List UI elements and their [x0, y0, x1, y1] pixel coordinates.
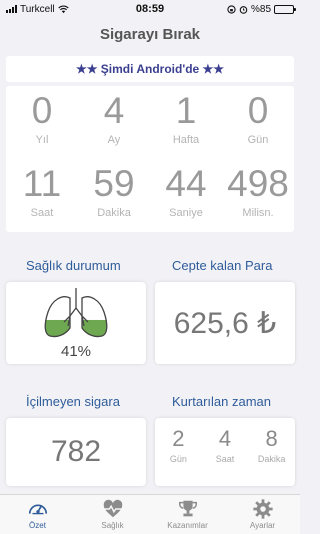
signal-icon	[6, 5, 17, 13]
counter-value: 0	[247, 90, 269, 131]
gear-icon	[252, 499, 273, 519]
counter-unit: Dakika	[97, 207, 131, 219]
counter-months: 4 Ay	[78, 86, 150, 159]
heartbeat-icon	[103, 499, 122, 518]
saved-value: 4	[218, 426, 232, 451]
counter-unit: Yıl	[35, 134, 49, 146]
tab-label: Sağlık	[101, 521, 124, 530]
trophy-icon	[178, 500, 197, 517]
counter-seconds: 44 Saniye	[150, 159, 222, 232]
counter-row-bottom: 11 Saat 59 Dakika 44 Saniye 498 Milisn.	[6, 159, 294, 232]
not-smoked-value: 782	[50, 435, 102, 468]
quit-duration-panel: 0 Yıl 4 Ay 1 Hafta 0 Gün 11 Saat 59 Daki…	[6, 86, 294, 232]
alarm-icon	[239, 5, 248, 14]
saved-value: 8	[265, 426, 278, 451]
battery-icon	[274, 4, 296, 14]
counter-value: 11	[22, 163, 62, 204]
counter-unit: Saat	[30, 207, 54, 219]
wifi-icon	[57, 5, 69, 13]
counter-unit: Ay	[107, 134, 121, 146]
counter-milliseconds: 498 Milisn.	[222, 159, 294, 232]
money-label: Cepte kalan Para	[172, 258, 273, 273]
health-label: Sağlık durumum	[26, 258, 121, 273]
health-card[interactable]: 41%	[6, 282, 146, 364]
counter-unit: Saniye	[169, 207, 203, 219]
counter-value: 44	[165, 163, 207, 204]
counter-unit: Gün	[247, 134, 269, 146]
counter-unit: Hafta	[172, 134, 200, 146]
tab-health[interactable]: Sağlık	[75, 495, 150, 534]
saved-time-label: Kurtarılan zaman	[172, 394, 271, 409]
battery-percent: %85	[250, 3, 271, 15]
counter-row-top: 0 Yıl 4 Ay 1 Hafta 0 Gün	[6, 86, 294, 159]
saved-minutes: 8 Dakika	[248, 418, 295, 486]
saved-unit: Saat	[215, 454, 235, 464]
lungs-icon	[44, 288, 108, 338]
money-card[interactable]: 625,6 ₺	[155, 282, 295, 364]
counter-days: 0 Gün	[222, 86, 294, 159]
tab-label: Özet	[29, 521, 46, 530]
not-smoked-label: İçilmeyen sigara	[26, 394, 120, 409]
saved-days: 2 Gün	[155, 418, 202, 486]
carrier-name: Turkcell	[20, 3, 55, 15]
money-value: 625,6 ₺	[173, 306, 277, 340]
tab-achievements[interactable]: Kazanımlar	[150, 495, 225, 534]
health-percent: 41%	[60, 343, 92, 360]
tab-bar: Özet Sağlık Kazanımlar Ayarlar	[0, 494, 300, 534]
page-title: Sigarayı Bırak	[99, 26, 201, 43]
counter-minutes: 59 Dakika	[78, 159, 150, 232]
android-banner[interactable]: ★★ Şimdi Android'de ★★	[6, 56, 294, 82]
saved-time-card[interactable]: 2 Gün 4 Saat 8 Dakika	[155, 418, 295, 486]
saved-hours: 4 Saat	[202, 418, 249, 486]
tab-label: Kazanımlar	[167, 521, 208, 530]
gauge-icon	[28, 504, 47, 515]
counter-value: 4	[103, 90, 125, 131]
tab-settings[interactable]: Ayarlar	[225, 495, 300, 534]
saved-unit: Gün	[169, 454, 187, 464]
counter-value: 0	[31, 90, 53, 131]
status-bar: Turkcell 08:59 %85	[0, 0, 300, 18]
not-smoked-card[interactable]: 782	[6, 418, 146, 486]
counter-weeks: 1 Hafta	[150, 86, 222, 159]
counter-years: 0 Yıl	[6, 86, 78, 159]
tab-summary[interactable]: Özet	[0, 495, 75, 534]
counter-value: 1	[175, 90, 197, 131]
lock-rotation-icon	[227, 4, 236, 14]
counter-value: 498	[227, 163, 289, 204]
tab-label: Ayarlar	[249, 521, 276, 530]
status-time: 08:59	[135, 3, 165, 15]
counter-hours: 11 Saat	[6, 159, 78, 232]
counter-unit: Milisn.	[242, 207, 274, 219]
saved-unit: Dakika	[257, 454, 286, 464]
counter-value: 59	[93, 163, 135, 204]
saved-value: 2	[172, 426, 185, 451]
